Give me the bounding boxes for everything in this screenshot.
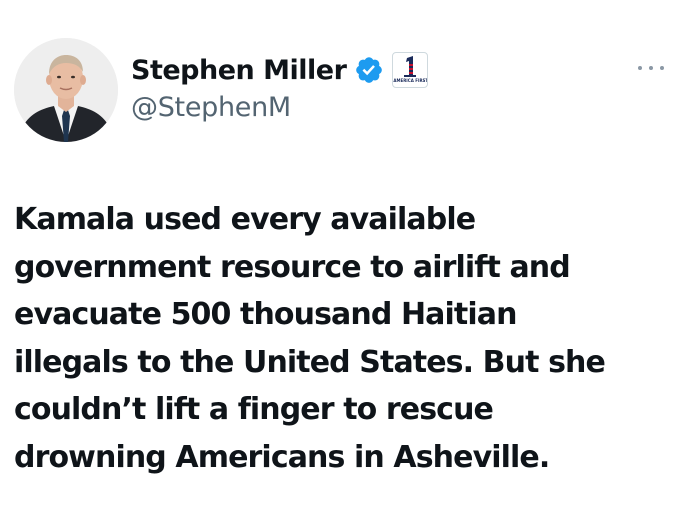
tweet-text: Kamala used every available government r… — [14, 196, 669, 481]
more-horizontal-icon[interactable] — [638, 58, 664, 78]
tweet-text-line: couldn’t lift a finger to rescue — [14, 392, 494, 427]
author-name-row: Stephen Miller AMERICA FIRST — [131, 50, 429, 90]
tweet-text-line: illegals to the United States. But she — [14, 344, 606, 380]
america-first-number-one-icon — [404, 56, 417, 77]
more-dot — [638, 66, 642, 70]
tweet-text-line: government resource to airlift and — [14, 249, 571, 285]
profile-photo-icon — [14, 38, 118, 142]
verified-badge-icon[interactable] — [354, 55, 384, 85]
affiliate-badge[interactable]: AMERICA FIRST — [392, 52, 429, 88]
more-dot — [660, 66, 664, 70]
tweet-card: Stephen Miller AMERICA FIRST @StephenM K… — [0, 0, 679, 532]
author-display-name[interactable]: Stephen Miller — [131, 55, 347, 86]
affiliate-badge-label: AMERICA FIRST — [393, 78, 429, 83]
tweet-text-line: Kamala used every available — [14, 202, 476, 237]
tweet-text-line: drowning Americans in Asheville. — [14, 439, 550, 475]
tweet-text-line: evacuate 500 thousand Haitian — [14, 297, 517, 332]
avatar[interactable] — [14, 38, 118, 142]
more-dot — [649, 66, 653, 70]
author-handle[interactable]: @StephenM — [131, 92, 291, 123]
